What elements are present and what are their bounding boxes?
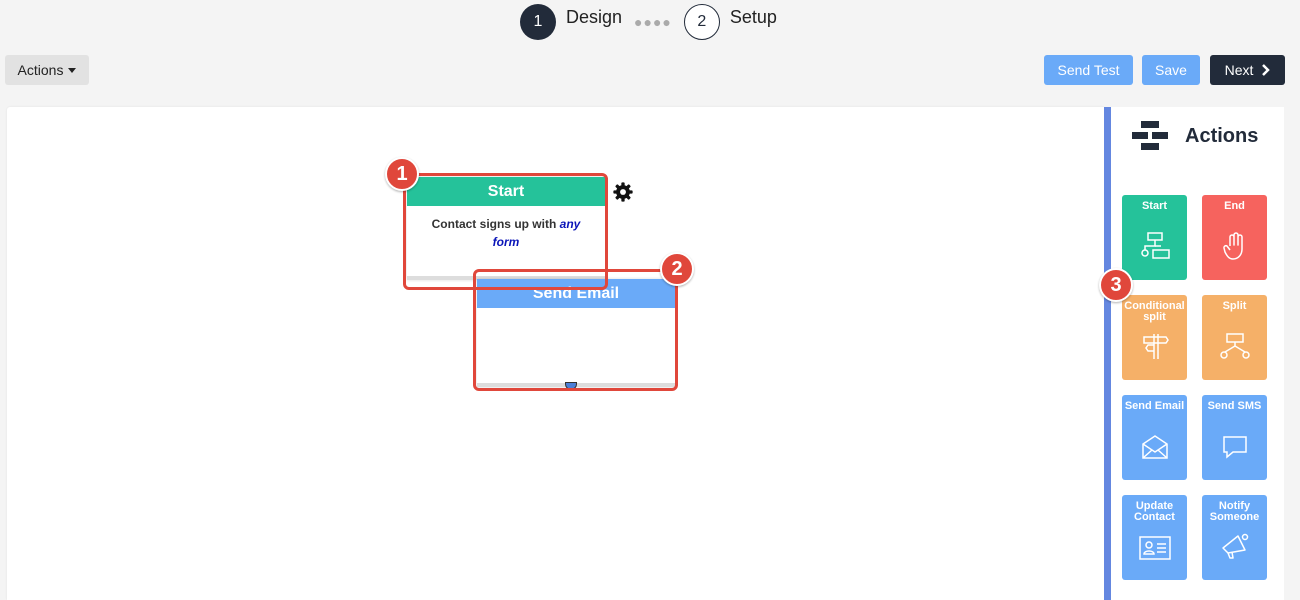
tile-send-sms[interactable]: Send SMS xyxy=(1202,395,1267,480)
sidebar-title: Actions xyxy=(1185,124,1259,147)
gear-icon[interactable] xyxy=(612,181,634,203)
annotation-badge-1: 1 xyxy=(385,157,419,191)
split-icon xyxy=(1219,333,1250,359)
annotation-badge-3: 3 xyxy=(1099,268,1133,302)
step-1-circle[interactable]: 1 xyxy=(520,4,556,40)
tile-label: Update Contact xyxy=(1134,500,1175,523)
step-1-label[interactable]: Design xyxy=(566,7,622,28)
actions-dropdown-label: Actions xyxy=(17,62,64,78)
next-button[interactable]: Next xyxy=(1210,55,1285,85)
canvas-sidebar-divider xyxy=(1104,107,1111,600)
sidebar-header: Actions xyxy=(1131,120,1258,152)
chevron-right-icon xyxy=(1262,64,1271,76)
annotation-highlight-2 xyxy=(473,269,678,391)
next-button-label: Next xyxy=(1224,62,1254,78)
chat-bubble-icon xyxy=(1222,436,1247,459)
flowchart-icon xyxy=(1140,232,1170,259)
send-test-button[interactable]: Send Test xyxy=(1044,55,1133,85)
tile-start[interactable]: Start xyxy=(1122,195,1187,280)
tile-end[interactable]: End xyxy=(1202,195,1267,280)
step-2-label[interactable]: Setup xyxy=(730,7,777,28)
tile-label: End xyxy=(1224,200,1245,212)
bricks-icon xyxy=(1132,121,1168,150)
tile-label: Start xyxy=(1141,200,1168,212)
contact-card-icon xyxy=(1138,536,1171,560)
megaphone-icon xyxy=(1221,533,1248,559)
tile-send-email[interactable]: Send Email xyxy=(1122,395,1187,480)
tile-conditional-split[interactable]: Conditional split xyxy=(1122,295,1187,380)
hand-stop-icon xyxy=(1222,232,1243,260)
tile-split[interactable]: Split xyxy=(1202,295,1267,380)
annotation-badge-2: 2 xyxy=(660,252,694,286)
actions-dropdown-button[interactable]: Actions xyxy=(5,55,89,85)
tile-label: Split xyxy=(1222,300,1247,312)
caret-down-icon xyxy=(68,67,77,73)
tile-update-contact[interactable]: Update Contact xyxy=(1122,495,1187,580)
tile-notify-someone[interactable]: Notify Someone xyxy=(1202,495,1267,580)
step-2-circle[interactable]: 2 xyxy=(683,4,720,40)
save-button[interactable]: Save xyxy=(1142,55,1200,85)
wizard-stepper: 1 Design ●●●● 2 Setup xyxy=(520,4,777,40)
tile-label: Send Email xyxy=(1124,400,1185,412)
signpost-icon xyxy=(1142,334,1169,359)
tile-label: Notify Someone xyxy=(1209,500,1260,523)
tile-label: Send SMS xyxy=(1207,400,1262,412)
tile-label: Conditional split xyxy=(1124,300,1185,323)
envelope-open-icon xyxy=(1141,435,1168,459)
step-separator: ●●●● xyxy=(634,14,672,30)
